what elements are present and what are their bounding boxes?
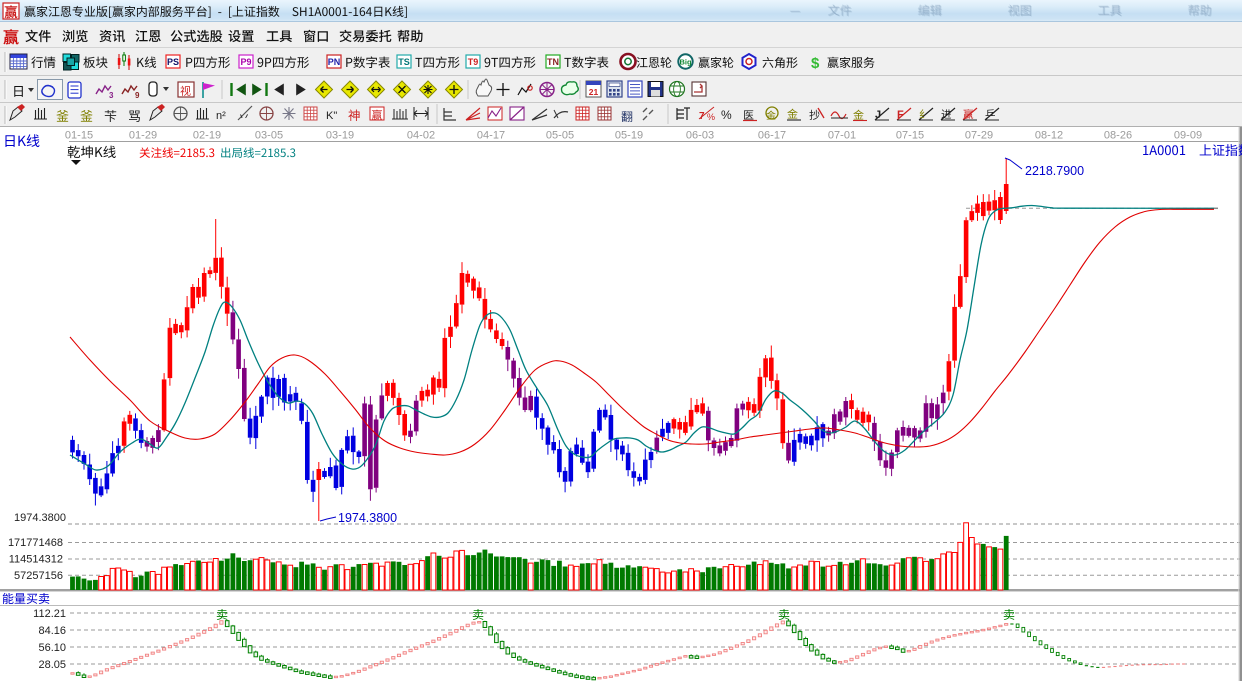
svg-text:1974.3800: 1974.3800 bbox=[14, 512, 66, 524]
svg-text:84.16: 84.16 bbox=[38, 625, 66, 637]
svg-text:2218.7900: 2218.7900 bbox=[1025, 164, 1084, 178]
svg-text:06-17: 06-17 bbox=[758, 130, 786, 142]
svg-text:07-01: 07-01 bbox=[828, 130, 856, 142]
svg-text:28.05: 28.05 bbox=[38, 659, 66, 671]
svg-text:01-29: 01-29 bbox=[129, 130, 157, 142]
svg-text:171771468: 171771468 bbox=[8, 537, 63, 549]
svg-text:08-12: 08-12 bbox=[1035, 130, 1063, 142]
svg-text:07-15: 07-15 bbox=[896, 130, 924, 142]
svg-text:01-15: 01-15 bbox=[65, 130, 93, 142]
svg-text:T9: T9 bbox=[468, 57, 479, 67]
svg-text:03-19: 03-19 bbox=[326, 130, 354, 142]
svg-text:04-02: 04-02 bbox=[407, 130, 435, 142]
svg-text:PS: PS bbox=[167, 57, 179, 67]
svg-text:3: 3 bbox=[109, 91, 114, 100]
svg-text:TN: TN bbox=[547, 57, 559, 67]
svg-text:04-17: 04-17 bbox=[477, 130, 505, 142]
svg-text:TS: TS bbox=[398, 57, 410, 67]
svg-text:%: % bbox=[707, 112, 715, 122]
svg-text:02-19: 02-19 bbox=[193, 130, 221, 142]
svg-text:$: $ bbox=[811, 55, 820, 72]
svg-text:07-29: 07-29 bbox=[965, 130, 993, 142]
svg-text:9: 9 bbox=[135, 91, 140, 100]
svg-text:Big: Big bbox=[679, 58, 692, 67]
svg-text:P9: P9 bbox=[240, 57, 251, 67]
svg-text:08-26: 08-26 bbox=[1104, 130, 1132, 142]
svg-text:06-03: 06-03 bbox=[686, 130, 714, 142]
svg-text:03-05: 03-05 bbox=[255, 130, 283, 142]
svg-text:114514312: 114514312 bbox=[9, 554, 63, 566]
svg-text:PN: PN bbox=[328, 57, 341, 67]
svg-text:57257156: 57257156 bbox=[14, 570, 63, 582]
svg-text:05-19: 05-19 bbox=[615, 130, 643, 142]
svg-text:21: 21 bbox=[589, 87, 599, 97]
svg-text:n²: n² bbox=[216, 110, 226, 122]
svg-text:%: % bbox=[721, 108, 732, 122]
svg-text:K": K" bbox=[326, 110, 337, 122]
svg-text:1974.3800: 1974.3800 bbox=[338, 511, 397, 525]
svg-text:05-05: 05-05 bbox=[546, 130, 574, 142]
svg-text:56.10: 56.10 bbox=[38, 642, 66, 654]
svg-text:112.21: 112.21 bbox=[33, 608, 66, 620]
svg-text:09-09: 09-09 bbox=[1174, 130, 1202, 142]
